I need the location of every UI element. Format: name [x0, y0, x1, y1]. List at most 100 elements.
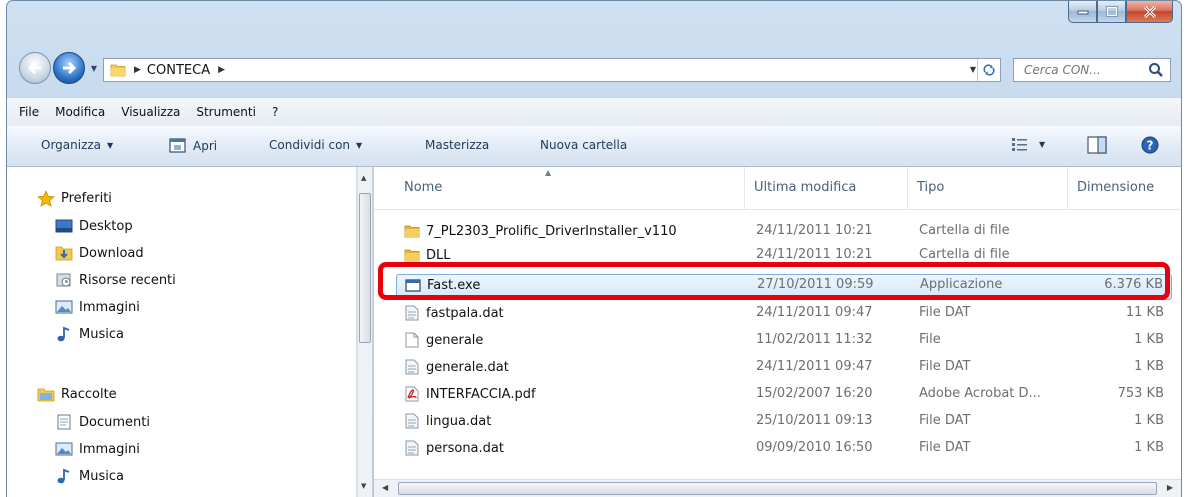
burn-button[interactable]: Masterizza	[425, 138, 489, 152]
file-row[interactable]: DLL 24/11/2011 10:21 Cartella di file	[396, 244, 1172, 266]
file-row[interactable]: persona.dat 09/09/2010 16:50 File DAT 1 KB	[396, 437, 1172, 459]
menu-visualizza[interactable]: Visualizza	[117, 105, 184, 119]
file-name: generale	[404, 332, 483, 348]
nav-favorites-label: Preferiti	[61, 190, 112, 206]
nav-download-label: Download	[79, 245, 144, 261]
file-row[interactable]: generale.dat 24/11/2011 09:47 File DAT 1 KB	[396, 356, 1172, 378]
file-name-label: Fast.exe	[427, 277, 481, 293]
menu-file[interactable]: File	[15, 105, 43, 119]
address-bar[interactable]: ▶ CONTECA ▶ ▼	[103, 58, 1001, 82]
menu-modifica[interactable]: Modifica	[51, 105, 109, 119]
view-options-button[interactable]: ▼	[1011, 136, 1045, 152]
column-type[interactable]: Tipo	[917, 180, 944, 195]
scroll-right-icon[interactable]: ▶	[1167, 483, 1173, 492]
nav-images[interactable]: Immagini	[55, 295, 140, 319]
scroll-thumb[interactable]	[359, 193, 371, 343]
file-icon	[404, 332, 420, 348]
search-box[interactable]	[1013, 58, 1171, 82]
scroll-down-icon[interactable]: ▼	[361, 482, 366, 490]
address-dropdown-icon[interactable]: ▼	[970, 65, 976, 74]
file-row[interactable]: 7_PL2303_Prolific_DriverInstaller_v110 24…	[396, 220, 1172, 242]
libraries-icon	[37, 386, 55, 402]
folder-icon	[110, 64, 126, 77]
nav-images-label: Immagini	[79, 299, 140, 315]
dat-file-icon	[404, 413, 420, 429]
file-modified: 24/11/2011 09:47	[756, 359, 873, 374]
file-row[interactable]: lingua.dat 25/10/2011 09:13 File DAT 1 KB	[396, 410, 1172, 432]
nav-download[interactable]: Download	[55, 241, 144, 265]
preview-pane-icon	[1087, 136, 1107, 154]
nav-music-library[interactable]: Musica	[55, 464, 124, 488]
maximize-button[interactable]	[1097, 1, 1126, 23]
nav-collections[interactable]: Raccolte	[37, 382, 117, 406]
preview-pane-button[interactable]	[1087, 136, 1107, 154]
file-row[interactable]: Fast.exe 27/10/2011 09:59 Applicazione 6.37…	[396, 274, 1172, 300]
file-row[interactable]: INTERFACCIA.pdf 15/02/2007 16:20 Adobe Acr…	[396, 383, 1172, 405]
menu-strumenti[interactable]: Strumenti	[192, 105, 260, 119]
column-divider[interactable]	[1067, 167, 1068, 209]
file-row[interactable]: fastpala.dat 24/11/2011 09:47 File DAT 11 K…	[396, 302, 1172, 324]
share-button[interactable]: Condividi con ▼	[269, 138, 362, 152]
recent-places-icon	[55, 272, 73, 288]
scroll-left-icon[interactable]: ◀	[382, 483, 388, 492]
nav-favorites[interactable]: Preferiti	[37, 186, 112, 210]
file-modified: 24/11/2011 10:21	[756, 223, 873, 238]
pictures-icon	[55, 441, 73, 457]
scroll-up-icon[interactable]: ▲	[361, 174, 366, 182]
file-name: fastpala.dat	[404, 305, 504, 321]
file-type: File DAT	[919, 359, 971, 374]
svg-text:?: ?	[1147, 139, 1154, 153]
file-size: 6.376 KB	[1104, 277, 1163, 292]
search-input[interactable]	[1022, 62, 1146, 78]
pdf-icon	[404, 386, 420, 402]
burn-label: Masterizza	[425, 138, 490, 152]
nav-images-library[interactable]: Immagini	[55, 437, 140, 461]
column-size[interactable]: Dimensione	[1077, 180, 1154, 195]
breadcrumb-separator-icon[interactable]: ▶	[218, 65, 225, 75]
open-label: Apri	[193, 139, 218, 153]
nav-desktop-label: Desktop	[79, 218, 133, 234]
file-type: File DAT	[919, 413, 971, 428]
search-icon[interactable]	[1148, 62, 1164, 78]
file-name-label: persona.dat	[426, 440, 504, 456]
file-modified: 15/02/2007 16:20	[756, 386, 873, 401]
navigation-scrollbar[interactable]: ▲ ▼	[357, 167, 373, 497]
column-divider[interactable]	[907, 167, 908, 209]
help-button[interactable]: ?	[1141, 136, 1159, 154]
column-divider[interactable]	[744, 167, 745, 209]
application-icon	[405, 277, 421, 293]
nav-music[interactable]: Musica	[55, 322, 124, 346]
forward-button[interactable]	[53, 52, 85, 84]
nav-desktop[interactable]: Desktop	[55, 214, 133, 238]
scroll-thumb[interactable]	[398, 482, 1157, 495]
close-button[interactable]	[1126, 1, 1173, 23]
view-list-icon	[1012, 138, 1027, 151]
nav-documents[interactable]: Documenti	[55, 410, 150, 434]
file-list-pane: ▲ Nome Ultima modifica Tipo Dimensione 7…	[374, 167, 1181, 497]
share-label: Condividi con	[269, 138, 351, 152]
dat-file-icon	[404, 305, 420, 321]
file-size: 1 KB	[1134, 413, 1164, 428]
file-size: 11 KB	[1125, 305, 1164, 320]
new-folder-button[interactable]: Nuova cartella	[540, 138, 627, 152]
minimize-button[interactable]	[1068, 1, 1097, 23]
file-type: Cartella di file	[919, 223, 1010, 238]
command-toolbar: Organizza ▼ Apri Condividi con ▼ Masteri…	[7, 126, 1181, 167]
maximize-icon	[1105, 6, 1118, 17]
file-size: 1 KB	[1134, 440, 1164, 455]
breadcrumb-conteca[interactable]: CONTECA	[147, 63, 210, 78]
organize-button[interactable]: Organizza ▼	[41, 138, 113, 152]
refresh-icon[interactable]	[977, 59, 1000, 81]
nav-recent[interactable]: Risorse recenti	[55, 268, 176, 292]
file-row[interactable]: generale 11/02/2011 11:32 File 1 KB	[396, 329, 1172, 351]
horizontal-scrollbar[interactable]: ◀ ▶	[374, 479, 1181, 497]
file-name-label: 7_PL2303_Prolific_DriverInstaller_v110	[426, 223, 677, 239]
history-dropdown-icon[interactable]: ▼	[89, 63, 99, 73]
navigation-pane: Preferiti Desktop Download Risorse recen…	[7, 167, 357, 497]
nav-images-library-label: Immagini	[79, 441, 140, 457]
column-modified[interactable]: Ultima modifica	[754, 180, 856, 195]
back-button[interactable]	[19, 52, 51, 84]
open-button[interactable]: Apri	[169, 138, 217, 154]
menu-help[interactable]: ?	[268, 105, 282, 119]
column-name[interactable]: Nome	[404, 180, 442, 195]
